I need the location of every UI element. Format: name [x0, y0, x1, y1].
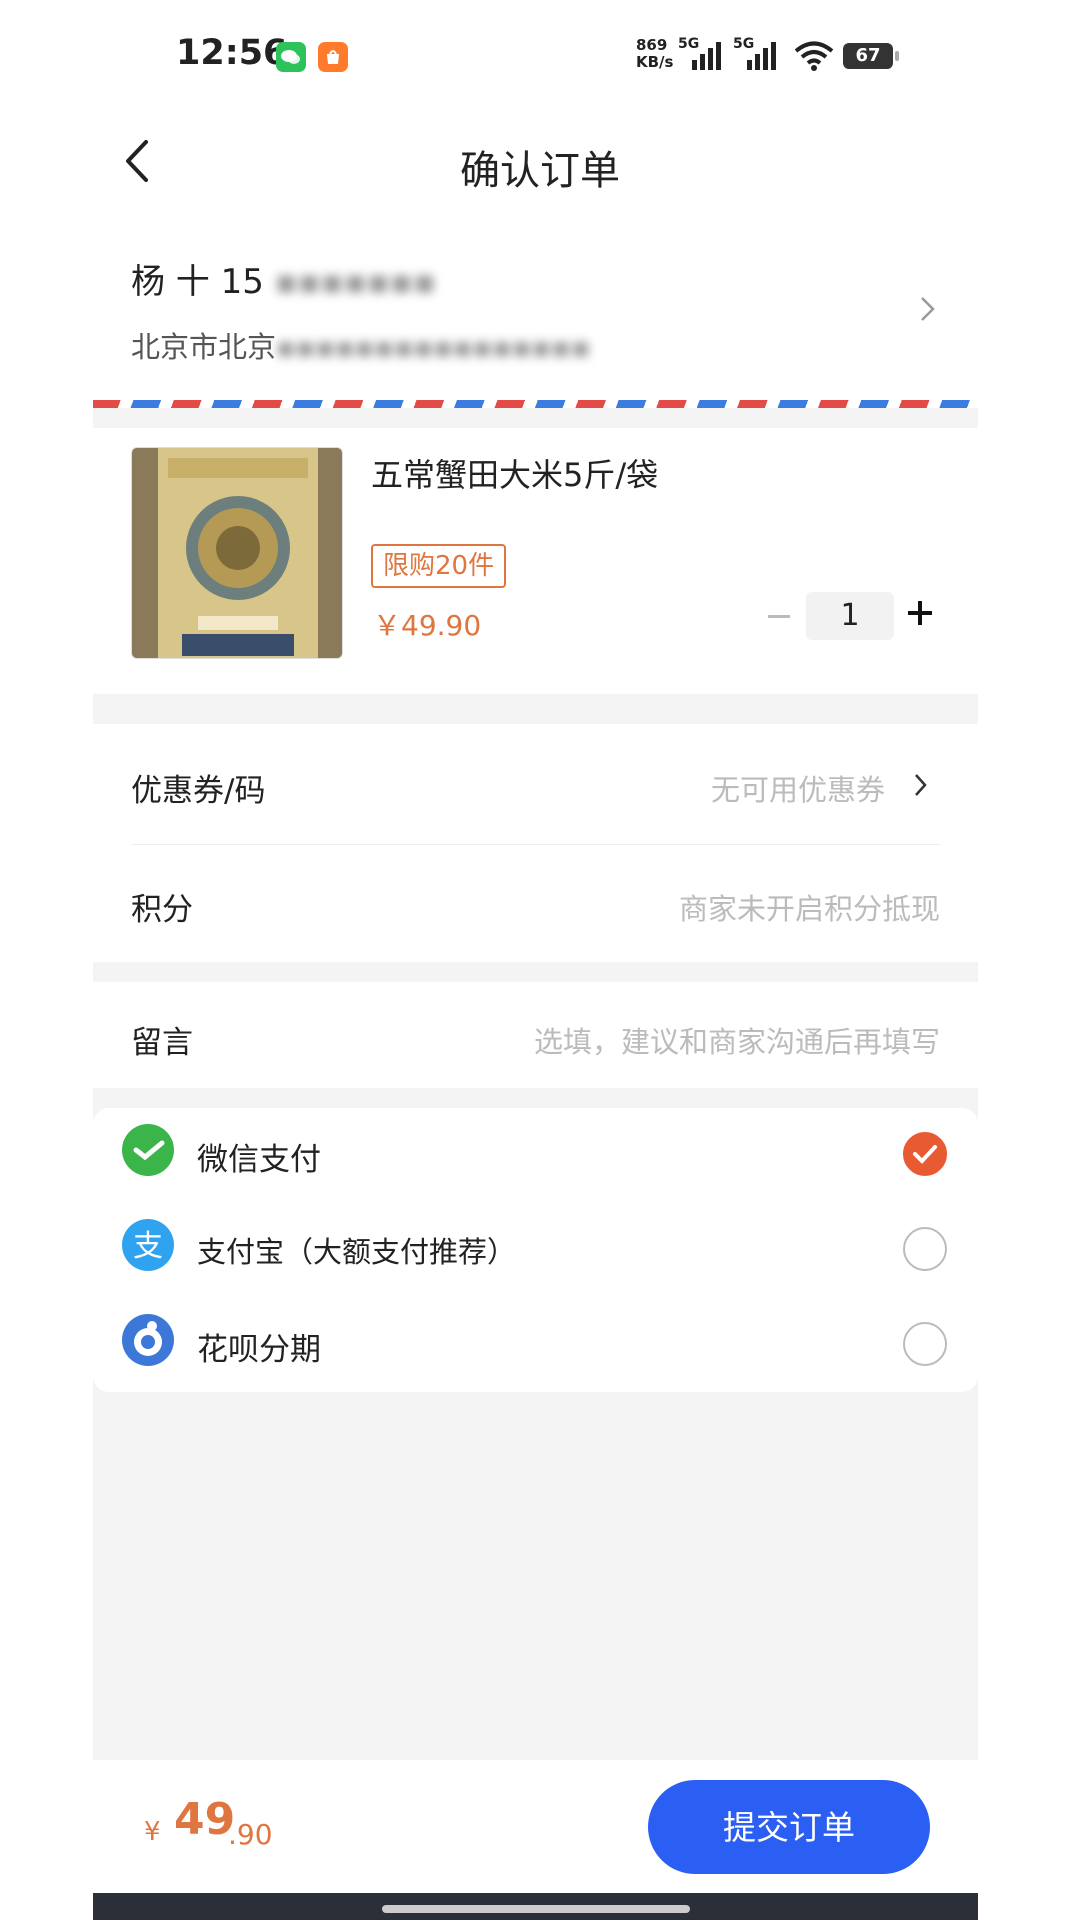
payment-option-label[interactable]: 微信支付 [197, 1134, 321, 1179]
signal-strength-2-icon [747, 42, 776, 70]
wechat-pay-radio[interactable] [903, 1132, 947, 1176]
coupon-value[interactable]: 无可用优惠券 [560, 767, 885, 809]
airmail-divider [93, 400, 978, 408]
wifi-icon [793, 40, 835, 76]
payment-option-label[interactable]: 花呗分期 [197, 1324, 321, 1369]
address-chevron-icon[interactable] [918, 294, 938, 324]
submit-order-button[interactable]: 提交订单 [648, 1780, 930, 1874]
message-input[interactable]: 选填，建议和商家沟通后再填写 [440, 1019, 940, 1061]
quantity-increase-button[interactable] [908, 598, 938, 628]
address-line: 北京市北京▪▪▪▪▪▪▪▪▪▪▪▪▪▪▪▪ [131, 330, 591, 364]
points-value: 商家未开启积分抵现 [678, 892, 940, 926]
coupon-chevron-icon[interactable] [912, 771, 930, 799]
quantity-value[interactable]: 1 [806, 592, 894, 640]
status-bar [0, 0, 1080, 110]
battery-icon: 67 [843, 43, 899, 69]
product-name: 五常蟹田大米5斤/袋 [371, 456, 659, 494]
points-label: 积分 [131, 892, 193, 928]
shopping-app-notification-icon [318, 42, 348, 72]
wechat-pay-icon [122, 1124, 174, 1176]
coupon-label: 优惠券/码 [131, 773, 266, 809]
signal-strength-1-icon [692, 42, 721, 70]
payment-option-label[interactable]: 支付宝（大额支付推荐） [197, 1229, 516, 1271]
network-speed: 869 KB/s [636, 36, 674, 71]
product-price: ￥49.90 [373, 609, 482, 642]
huabei-radio[interactable] [903, 1322, 947, 1366]
divider [131, 844, 941, 845]
page-title: 确认订单 [460, 148, 620, 194]
section-gap [93, 694, 978, 724]
wechat-notification-icon [276, 42, 306, 72]
total-currency: ¥ [144, 1817, 161, 1847]
huabei-icon [122, 1314, 174, 1366]
recipient-name: 杨 十 15 ▪▪▪▪▪▪▪ [131, 262, 436, 302]
quantity-decrease-button[interactable] [768, 615, 790, 618]
product-image[interactable] [131, 447, 343, 659]
svg-text:支: 支 [133, 1229, 163, 1264]
alipay-radio[interactable] [903, 1227, 947, 1271]
status-time: 12:56 [176, 33, 288, 73]
total-amount-integer: 49 [174, 1794, 236, 1845]
total-amount-decimal: .90 [228, 1818, 273, 1851]
purchase-limit-badge: 限购20件 [371, 544, 507, 588]
section-gap [93, 408, 978, 428]
message-label: 留言 [131, 1025, 193, 1061]
home-indicator[interactable] [382, 1905, 690, 1913]
section-gap [93, 962, 978, 982]
alipay-icon: 支 [122, 1219, 174, 1271]
